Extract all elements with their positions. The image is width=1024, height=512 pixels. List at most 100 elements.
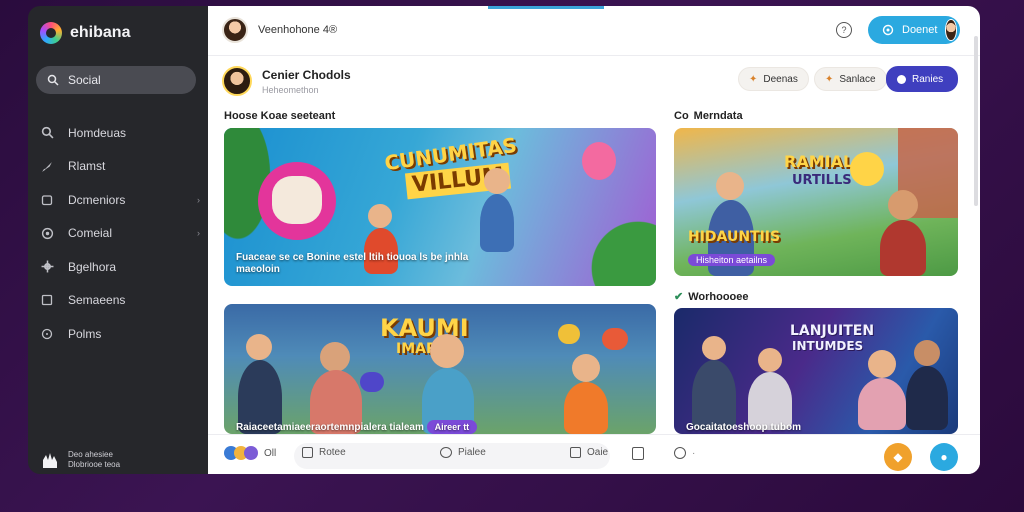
post-action-label: Sanlace xyxy=(839,73,876,85)
mascot-character xyxy=(258,162,336,240)
help-icon[interactable]: ? xyxy=(836,22,852,38)
emoji-icon[interactable]: · xyxy=(674,447,695,459)
current-user[interactable]: Veenhohone 4® xyxy=(222,17,337,43)
bookmark-icon[interactable] xyxy=(632,447,644,460)
chevron-right-icon: › xyxy=(197,194,200,205)
action-pialee[interactable]: Pialee xyxy=(440,447,486,458)
globe-icon xyxy=(40,226,54,240)
app-name: ehibana xyxy=(70,24,131,41)
sidebar: ehibana Social Homdeuas Rlamst Dcmeniors… xyxy=(28,6,208,474)
profile-button-label: Doenet xyxy=(902,24,938,36)
balloon xyxy=(582,142,616,180)
app-logo-icon xyxy=(40,22,62,44)
post-header: Cenier Chodols Heheomethon xyxy=(222,66,351,96)
reactions-summary[interactable]: Oll xyxy=(224,446,276,460)
reactions-count: Oll xyxy=(264,447,277,459)
rocket-icon xyxy=(40,159,54,173)
brand[interactable]: ehibana xyxy=(40,22,130,44)
gear-icon xyxy=(40,260,54,274)
sidebar-footer-line1: Deo ahesiee xyxy=(68,450,113,459)
sidebar-item-label: Homdeuas xyxy=(68,125,127,140)
sidebar-item-polms[interactable]: Polms xyxy=(40,317,200,351)
hand-icon xyxy=(40,450,60,470)
square-icon xyxy=(40,293,54,307)
section-title-right-top: Co Merndata xyxy=(674,110,743,122)
section-prefix: Co xyxy=(674,110,689,122)
reaction-icons xyxy=(224,446,258,460)
section-title-right-bottom: ✔ Worhoooee xyxy=(674,290,749,304)
chat-button[interactable]: ● xyxy=(930,443,958,471)
compass-icon xyxy=(882,23,894,37)
section-title-left: Hoose Koae seeteant xyxy=(224,110,336,122)
card-tag: Aireer tt xyxy=(426,420,478,434)
avatar xyxy=(945,19,957,41)
card-headline: HIDAUNTIIS xyxy=(688,229,781,245)
card-caption: Fuaceae se ce Bonine estel ltih tiouoa l… xyxy=(236,252,469,263)
sidebar-item-comeial[interactable]: Comeial › xyxy=(40,217,200,251)
media-card-4[interactable]: LANJUITEN INTUMDES Gocaitatoeshoop tubom xyxy=(674,308,958,434)
card-tag: Hisheiton aetailns xyxy=(688,254,776,266)
sidebar-item-rlamst[interactable]: Rlamst xyxy=(40,150,200,184)
user-icon xyxy=(897,74,906,84)
emoji-icon xyxy=(850,152,884,186)
post-action-deenas[interactable]: ✦ Deenas xyxy=(738,67,809,91)
chat-bubble-icon xyxy=(602,328,628,350)
sidebar-item-homdeuas[interactable]: Homdeuas xyxy=(40,116,200,150)
card-headline: URTILLS xyxy=(792,173,852,188)
post-action-ranies[interactable]: Ranies xyxy=(886,66,958,92)
reward-button[interactable]: ◆ xyxy=(884,443,912,471)
sidebar-item-label: Bgelhora xyxy=(68,259,117,274)
avatar xyxy=(222,17,248,43)
card-headline: LANJUITEN xyxy=(790,323,875,339)
chat-bubble-icon xyxy=(360,372,384,392)
current-user-name: Veenhohone 4® xyxy=(258,24,338,36)
sidebar-item-label: Dcmeniors xyxy=(68,192,126,207)
sidebar-search[interactable]: Social xyxy=(36,66,196,94)
chat-icon: ● xyxy=(940,450,948,464)
folder-icon xyxy=(40,193,54,207)
check-icon: ✔ xyxy=(674,291,684,303)
card-headline: INTUMDES xyxy=(792,339,864,353)
sidebar-item-bgelhora[interactable]: Bgelhora xyxy=(40,250,200,284)
media-card-2[interactable]: RAMIAL URTILLS HIDAUNTIIS Hisheiton aeta… xyxy=(674,128,958,276)
sidebar-search-label: Social xyxy=(68,73,101,87)
card-caption: Gocaitatoeshoop tubom xyxy=(686,422,801,433)
shield-icon: ◆ xyxy=(893,450,903,464)
topbar: Veenhohone 4® ? Doenet xyxy=(208,6,980,56)
card-caption: Raiaceetamiaeeraortemnpialera tialeam xyxy=(236,422,424,433)
sidebar-item-label: Semaeens xyxy=(68,293,126,308)
avatar[interactable] xyxy=(222,66,252,96)
sidebar-item-dcmeniors[interactable]: Dcmeniors › xyxy=(40,183,200,217)
post-action-label: Ranies xyxy=(912,73,944,85)
action-oaie[interactable]: Oaie xyxy=(570,447,608,458)
post-actions-bar: Oll Rotee Pialee Oaie · ◆ ● xyxy=(208,434,980,474)
star-icon: ✦ xyxy=(825,73,834,85)
chat-bubble-icon xyxy=(558,324,580,344)
chat-icon xyxy=(440,447,452,458)
search-icon xyxy=(40,126,54,140)
scrollbar[interactable] xyxy=(974,36,978,206)
post-subtitle: Heheomethon xyxy=(262,84,319,95)
profile-button[interactable]: Doenet xyxy=(868,16,960,44)
media-card-3[interactable]: KAUMI IMARUS Raiaceetamiaeeraortemnpiale… xyxy=(224,304,656,434)
action-rotee[interactable]: Rotee xyxy=(302,447,346,458)
card-headline: RAMIAL xyxy=(784,152,854,171)
sidebar-footer-line2: Dlobriooe teoa xyxy=(68,460,121,469)
sidebar-item-semaeens[interactable]: Semaeens xyxy=(40,284,200,318)
sidebar-item-label: Rlamst xyxy=(68,159,106,174)
comment-icon xyxy=(302,447,313,458)
chevron-right-icon: › xyxy=(197,228,200,239)
sidebar-item-label: Polms xyxy=(68,326,102,341)
sidebar-nav: Homdeuas Rlamst Dcmeniors › Comeial › Bg… xyxy=(40,116,200,351)
media-card-1[interactable]: CUNUMITAS VILLUM Fuaceae se ce Bonine es… xyxy=(224,128,656,286)
bell-icon: ✦ xyxy=(749,73,758,85)
share-icon xyxy=(570,447,581,458)
main-panel: Veenhohone 4® ? Doenet Cenier Chodols He… xyxy=(208,6,980,474)
post-title: Cenier Chodols xyxy=(262,67,351,82)
sidebar-item-label: Comeial xyxy=(68,226,113,241)
search-icon xyxy=(46,73,60,87)
card-caption-2: maeoloin xyxy=(236,264,280,275)
sidebar-footer[interactable]: Deo ahesiee Dlobriooe teoa xyxy=(40,450,120,470)
circle-icon xyxy=(40,327,54,341)
post-action-sanlace[interactable]: ✦ Sanlace xyxy=(814,67,887,91)
